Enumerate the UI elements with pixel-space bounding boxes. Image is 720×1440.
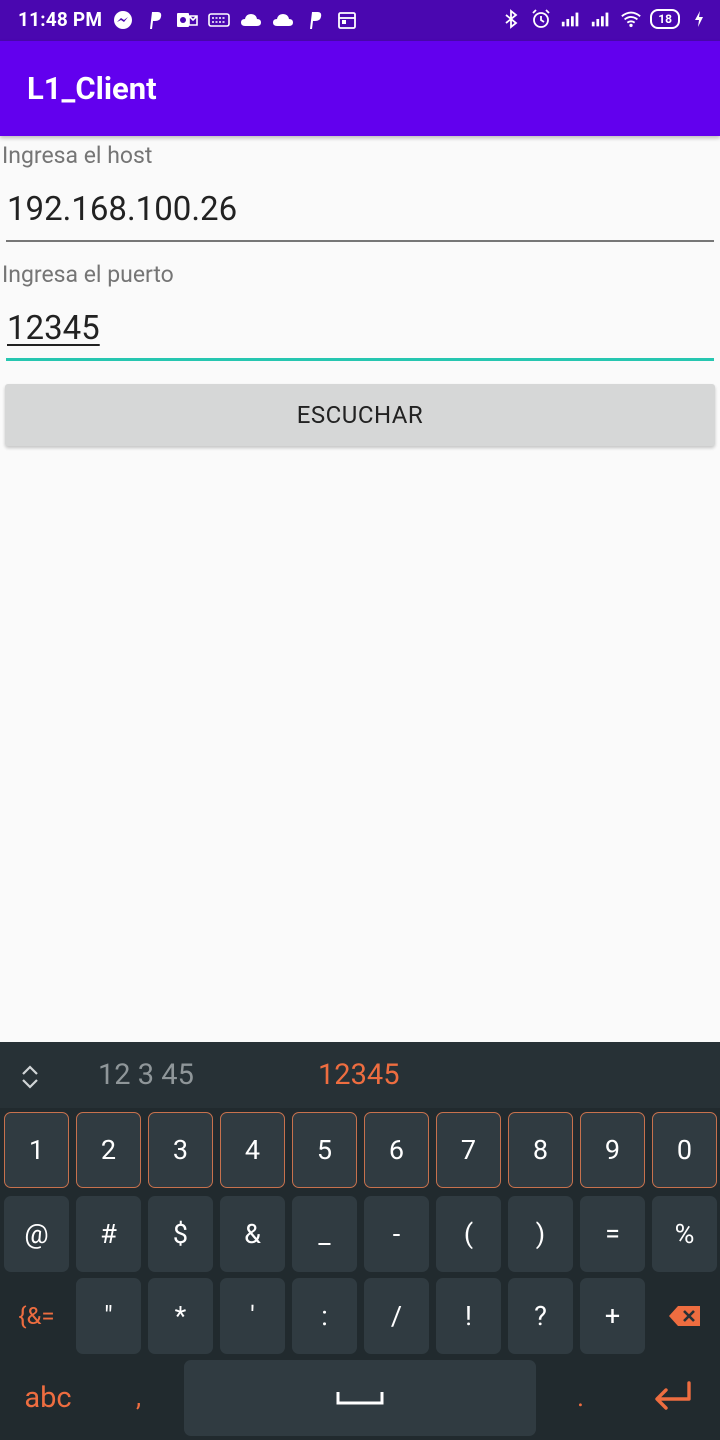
key-8[interactable]: 8 bbox=[508, 1112, 573, 1188]
alarm-icon bbox=[530, 8, 552, 30]
outlook-icon bbox=[176, 9, 198, 31]
key-slash[interactable]: / bbox=[364, 1278, 429, 1354]
key-equals[interactable]: = bbox=[580, 1196, 645, 1272]
space-bar-icon bbox=[336, 1392, 384, 1405]
key-percent[interactable]: % bbox=[652, 1196, 717, 1272]
host-input[interactable]: 192.168.100.26 bbox=[6, 186, 714, 242]
key-apostrophe[interactable]: ' bbox=[220, 1278, 285, 1354]
key-area: 1 2 3 4 5 6 7 8 9 0 @ # $ & _ - ( ) = % … bbox=[0, 1108, 720, 1440]
key-0[interactable]: 0 bbox=[652, 1112, 717, 1188]
key-minus[interactable]: - bbox=[364, 1196, 429, 1272]
backspace-icon bbox=[668, 1306, 700, 1326]
key-3[interactable]: 3 bbox=[148, 1112, 213, 1188]
suggestion-bar: 12 3 45 12345 bbox=[0, 1042, 720, 1108]
enter-key[interactable] bbox=[630, 1360, 716, 1436]
key-7[interactable]: 7 bbox=[436, 1112, 501, 1188]
signal-icon bbox=[560, 8, 582, 30]
key-exclamation[interactable]: ! bbox=[436, 1278, 501, 1354]
host-input-value: 192.168.100.26 bbox=[7, 190, 238, 229]
key-ampersand[interactable]: & bbox=[220, 1196, 285, 1272]
abc-key[interactable]: abc bbox=[4, 1360, 92, 1436]
app-bar: L1_Client bbox=[0, 41, 720, 136]
suggestion-2[interactable]: 12345 bbox=[318, 1058, 400, 1092]
key-dollar[interactable]: $ bbox=[148, 1196, 213, 1272]
cloud-icon bbox=[272, 9, 294, 31]
wifi-icon bbox=[620, 8, 642, 30]
comma-key[interactable]: , bbox=[106, 1360, 171, 1436]
key-asterisk[interactable]: * bbox=[148, 1278, 213, 1354]
paypal-icon bbox=[304, 9, 326, 31]
paypal-icon bbox=[144, 9, 166, 31]
host-label: Ingresa el host bbox=[2, 142, 153, 169]
key-close-paren[interactable]: ) bbox=[508, 1196, 573, 1272]
key-at[interactable]: @ bbox=[4, 1196, 69, 1272]
messenger-icon bbox=[112, 9, 134, 31]
status-time: 11:48 PM bbox=[18, 8, 103, 31]
screen: 11:48 PM 18 L1_Client Ingresa el host 19… bbox=[0, 0, 720, 1440]
battery-level: 18 bbox=[650, 9, 680, 29]
listen-button[interactable]: ESCUCHAR bbox=[5, 384, 715, 446]
keyboard-icon bbox=[208, 9, 230, 31]
key-hash[interactable]: # bbox=[76, 1196, 141, 1272]
key-4[interactable]: 4 bbox=[220, 1112, 285, 1188]
key-6[interactable]: 6 bbox=[364, 1112, 429, 1188]
port-input-underline bbox=[6, 358, 714, 361]
key-colon[interactable]: : bbox=[292, 1278, 357, 1354]
key-open-paren[interactable]: ( bbox=[436, 1196, 501, 1272]
key-2[interactable]: 2 bbox=[76, 1112, 141, 1188]
calendar-icon bbox=[336, 9, 358, 31]
status-bar: 11:48 PM 18 bbox=[0, 0, 720, 41]
key-more-symbols[interactable]: {&= bbox=[4, 1278, 69, 1354]
port-label: Ingresa el puerto bbox=[2, 261, 174, 288]
backspace-key[interactable] bbox=[652, 1278, 717, 1354]
cloud-icon bbox=[240, 9, 262, 31]
key-plus[interactable]: + bbox=[580, 1278, 645, 1354]
suggestion-1[interactable]: 12 3 45 bbox=[98, 1058, 194, 1092]
signal-icon bbox=[590, 8, 612, 30]
key-underscore[interactable]: _ bbox=[292, 1196, 357, 1272]
key-9[interactable]: 9 bbox=[580, 1112, 645, 1188]
key-double-quote[interactable]: " bbox=[76, 1278, 141, 1354]
space-key[interactable] bbox=[184, 1360, 536, 1436]
enter-icon bbox=[655, 1381, 691, 1410]
host-input-underline bbox=[6, 240, 714, 242]
key-question[interactable]: ? bbox=[508, 1278, 573, 1354]
port-input-value: 12345 bbox=[7, 309, 100, 348]
system-icons: 18 bbox=[500, 8, 710, 30]
expand-toggle-icon[interactable] bbox=[20, 1064, 40, 1090]
period-key[interactable]: . bbox=[548, 1360, 613, 1436]
port-input[interactable]: 12345 bbox=[6, 305, 714, 361]
keyboard: 12 3 45 12345 1 2 3 4 5 6 7 8 9 0 @ # $ … bbox=[0, 1042, 720, 1440]
notification-icons bbox=[112, 9, 358, 31]
key-1[interactable]: 1 bbox=[4, 1112, 69, 1188]
key-5[interactable]: 5 bbox=[292, 1112, 357, 1188]
bluetooth-icon bbox=[500, 8, 522, 30]
charging-icon bbox=[688, 8, 710, 30]
app-title: L1_Client bbox=[27, 70, 157, 107]
